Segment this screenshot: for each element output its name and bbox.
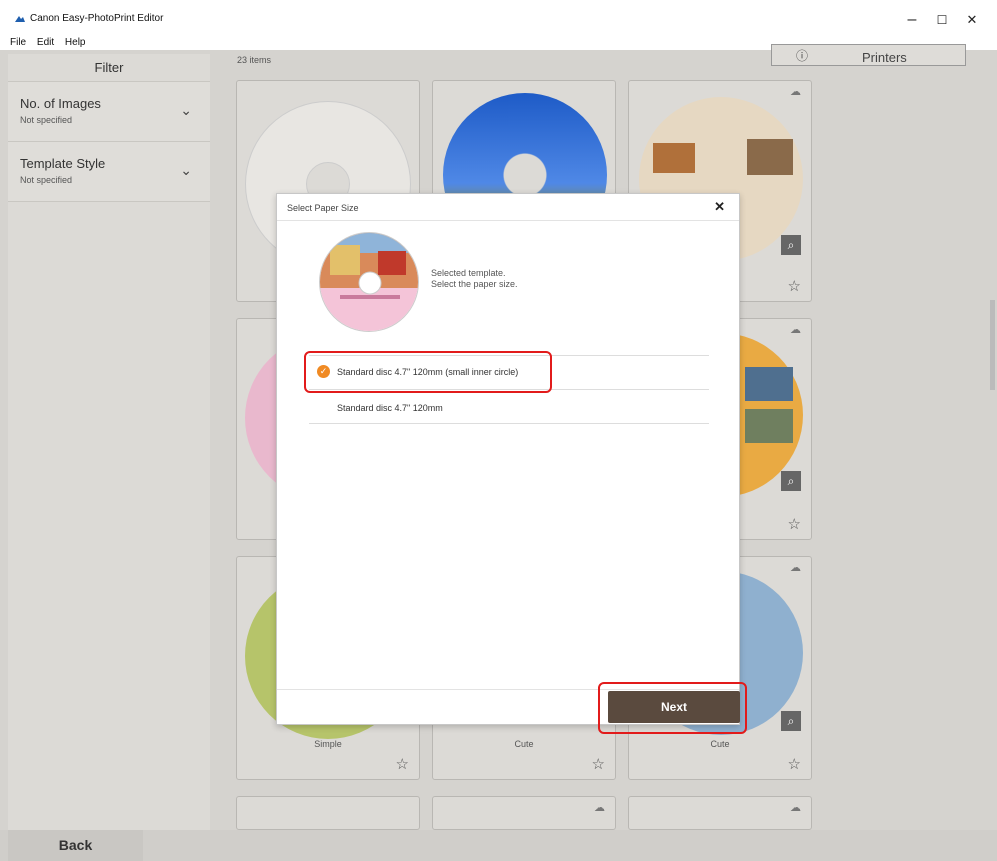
highlight-annotation [304, 351, 552, 393]
thumbnail-photo [653, 143, 695, 173]
selected-template-preview [319, 232, 419, 332]
highlight-annotation [598, 682, 747, 734]
filter-template-style[interactable]: Template Style Not specified ⌄ [8, 142, 210, 202]
zoom-icon[interactable]: ⌕ [781, 711, 801, 731]
download-icon[interactable]: ☁ [790, 323, 801, 336]
thumbnail-photo [747, 139, 793, 175]
divider [309, 423, 709, 424]
star-icon[interactable]: ☆ [396, 755, 409, 773]
dialog-title: Select Paper Size [287, 203, 359, 213]
template-card[interactable]: ☁ [432, 796, 616, 830]
minimize-button[interactable]: – [897, 8, 927, 32]
description-line: Select the paper size. [431, 279, 518, 289]
dialog-description: Selected template. Select the paper size… [431, 268, 518, 290]
download-icon[interactable]: ☁ [790, 85, 801, 98]
download-icon[interactable]: ☁ [790, 801, 801, 814]
menu-edit[interactable]: Edit [37, 37, 54, 48]
chevron-down-icon[interactable]: ⌄ [180, 162, 192, 179]
card-caption: Cute [710, 739, 730, 749]
description-line: Selected template. [431, 268, 506, 278]
select-paper-size-dialog: Select Paper Size ✕ Selected template. S… [276, 193, 740, 725]
close-button[interactable]: ✕ [957, 8, 987, 32]
paper-size-option-standard[interactable]: Standard disc 4.7" 120mm [309, 392, 709, 424]
back-button[interactable]: Back [8, 830, 143, 861]
maximize-button[interactable]: ☐ [927, 8, 957, 32]
divider [277, 220, 739, 221]
template-card[interactable]: ☁ [628, 796, 812, 830]
filter-title: Template Style [20, 156, 106, 171]
printers-label: Printers [862, 50, 907, 65]
zoom-icon[interactable]: ⌕ [781, 235, 801, 255]
template-disc-image [320, 233, 418, 331]
filter-header: Filter [8, 54, 210, 82]
filter-sidebar: Filter No. of Images Not specified ⌄ Tem… [8, 54, 210, 830]
app-title: Canon Easy-PhotoPrint Editor [30, 13, 164, 24]
filter-no-of-images[interactable]: No. of Images Not specified ⌄ [8, 82, 210, 142]
chevron-down-icon[interactable]: ⌄ [180, 102, 192, 119]
items-count: 23 items [237, 55, 272, 65]
thumbnail-photo [745, 367, 793, 401]
info-icon: ⓘ [796, 49, 809, 63]
star-icon[interactable]: ☆ [788, 515, 801, 533]
printers-button[interactable]: ⓘ Printers [771, 44, 966, 66]
star-icon[interactable]: ☆ [788, 755, 801, 773]
card-caption: Cute [514, 739, 534, 749]
download-icon[interactable]: ☁ [594, 801, 605, 814]
star-icon[interactable]: ☆ [788, 277, 801, 295]
bottom-bar [0, 830, 997, 861]
filter-value: Not specified [20, 115, 73, 125]
vertical-scrollbar[interactable] [990, 300, 995, 390]
title-bar: Canon Easy-PhotoPrint Editor – ☐ ✕ [0, 0, 997, 36]
app-logo-icon [15, 16, 25, 22]
thumbnail-photo [745, 409, 793, 443]
filter-value: Not specified [20, 175, 73, 185]
close-icon[interactable]: ✕ [714, 199, 725, 215]
option-label: Standard disc 4.7" 120mm [337, 403, 443, 413]
card-caption: Simple [314, 739, 342, 749]
menu-help[interactable]: Help [65, 37, 86, 48]
menu-file[interactable]: File [10, 37, 26, 48]
download-icon[interactable]: ☁ [790, 561, 801, 574]
template-card[interactable] [236, 796, 420, 830]
star-icon[interactable]: ☆ [592, 755, 605, 773]
filter-title: No. of Images [20, 96, 101, 111]
zoom-icon[interactable]: ⌕ [781, 471, 801, 491]
menu-bar: File Edit Help [10, 37, 94, 48]
